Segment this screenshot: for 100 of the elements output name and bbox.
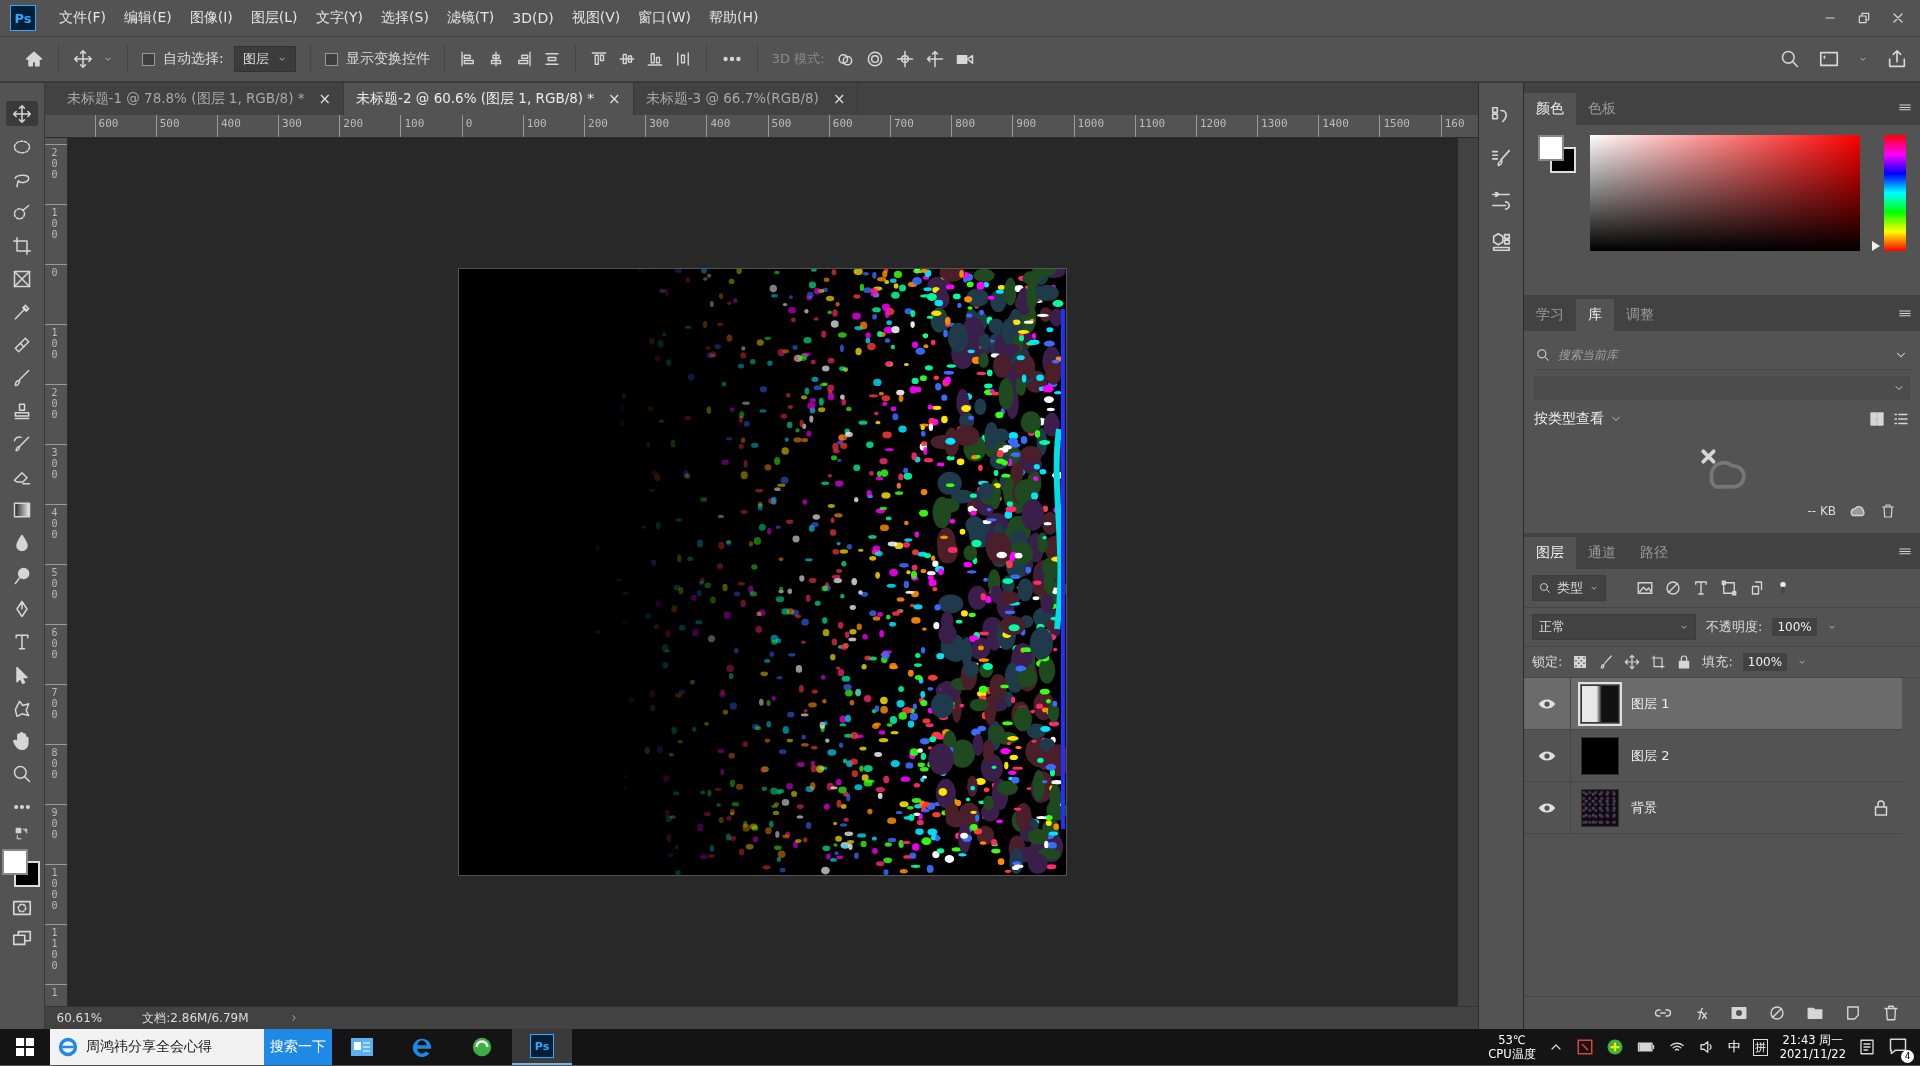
panel-tab[interactable]: 颜色 [1524,93,1576,125]
search-button[interactable]: 搜索一下 [264,1029,332,1065]
align-bottom-icon[interactable] [645,50,664,68]
menu-item[interactable]: 编辑(E) [115,9,181,27]
shape-filter-icon[interactable] [1720,579,1738,597]
menu-item[interactable]: 视图(V) [562,9,630,27]
notes-icon[interactable] [1858,1038,1876,1056]
ruler-label: 1100 [51,927,59,971]
close-tab-button[interactable]: × [608,90,621,108]
color-swatches[interactable] [1538,135,1578,175]
eye-icon[interactable] [1538,697,1556,710]
home-icon[interactable] [24,49,44,69]
app-logo: Ps [530,1034,554,1058]
input-method[interactable]: 中 [1727,1038,1741,1056]
layer-dropdown[interactable]: 图层 [233,46,296,72]
close-tab-button[interactable]: × [318,90,332,108]
windows-start-icon[interactable] [16,1038,34,1056]
panel-tab[interactable]: 调整 [1614,299,1666,331]
ruler-label: 500 [767,115,829,137]
hue-slider-thumb[interactable] [1872,241,1880,251]
close-tab-button[interactable]: × [832,90,846,108]
view-by-dropdown[interactable]: 按类型查看 [1534,410,1862,428]
panel-tab[interactable]: 库 [1576,299,1614,331]
clock[interactable]: 21:43 周一 2021/11/22 [1779,1032,1846,1062]
zoom-level[interactable]: 60.61% [56,1011,103,1025]
restore-icon[interactable] [1856,10,1872,26]
search-field[interactable]: 周鸿祎分享全会心得 [50,1029,264,1065]
checkbox[interactable] [324,52,338,66]
new-layer-icon[interactable] [1844,1004,1862,1022]
layer-thumbnail [1581,736,1619,775]
distribute-icon[interactable] [542,50,561,68]
shield-icon[interactable] [1575,1038,1594,1056]
window-app-icon[interactable] [350,1037,374,1057]
share-icon[interactable] [1886,48,1908,70]
lock-transparency-icon[interactable] [1572,654,1589,670]
align-left-icon[interactable] [458,50,477,68]
layer-name[interactable]: 图层 2 [1631,746,1902,765]
panel-tab[interactable]: 学习 [1524,299,1576,331]
panel-tab[interactable]: 路径 [1628,537,1680,569]
search-icon [1536,348,1550,362]
menu-item[interactable]: 文件(F) [50,9,115,27]
ruler-label: 0 [461,115,523,137]
trash-icon[interactable] [1880,502,1896,520]
input-mode[interactable]: 拼 [1752,1038,1768,1056]
layer-row[interactable]: 图层 2 [1524,730,1902,782]
menu-item[interactable]: 帮助(H) [700,9,768,27]
search-icon[interactable] [1780,49,1800,69]
blend-mode-dropdown[interactable]: 正常 [1532,614,1696,640]
ruler-label: 1200 [1195,115,1258,137]
image-filter-icon[interactable] [1636,579,1654,597]
color-swatches[interactable] [1,849,42,889]
move-icon[interactable] [11,103,32,124]
menu-item[interactable]: 图层(L) [241,9,307,27]
plus-circle-icon[interactable] [1605,1038,1624,1056]
ruler-label: 0 [51,267,59,278]
eye-icon[interactable] [1538,749,1556,762]
adjustment-filter-icon[interactable] [1664,579,1682,597]
hand-icon[interactable] [11,730,32,751]
move-icon[interactable] [73,49,93,69]
layer-row[interactable]: 图层 1 [1524,678,1902,730]
document-tab[interactable]: 未标题-2 @ 60.6% (图层 1, RGB/8) * × [344,83,634,115]
taskbar-app[interactable]: Ps [512,1029,572,1065]
app-logo[interactable]: Ps [10,5,36,31]
lock-artboard-icon[interactable] [1650,654,1667,670]
align-top-icon[interactable] [589,50,608,68]
ruler-label: 400 [216,115,279,137]
ruler-label: 1000 [51,867,59,911]
menu-item[interactable]: 滤镜(T) [437,9,504,27]
zoom-icon[interactable] [11,763,32,784]
checkbox[interactable] [142,52,155,66]
menu-item[interactable]: 选择(S) [372,9,438,27]
type-filter-icon[interactable] [1692,579,1710,597]
brushes-icon[interactable] [1489,189,1512,211]
trash-icon[interactable] [1882,1004,1900,1022]
frame-icon[interactable] [11,268,32,289]
menu-item[interactable]: 图像(I) [180,9,242,27]
layer-name[interactable]: 背景 [1631,798,1874,817]
panel-tab[interactable]: 色板 [1576,93,1628,125]
menu-item[interactable]: 文字(Y) [306,9,373,27]
layer-name[interactable]: 图层 1 [1631,694,1902,713]
layer-row[interactable]: 背景 [1524,782,1902,834]
grid-view-icon[interactable] [1868,410,1886,428]
panel-tab[interactable]: 通道 [1576,537,1628,569]
mask-icon[interactable] [1730,1004,1748,1022]
hue-slider[interactable] [1872,135,1906,251]
ruler-label: 200 [584,115,646,137]
color-field[interactable] [1590,135,1860,251]
eye-icon[interactable] [1538,801,1556,814]
menu-item[interactable]: 3D(D) [503,10,563,26]
brush-settings-icon[interactable] [1489,147,1512,169]
fill-field[interactable]: 100% [1742,653,1788,671]
menu-item[interactable]: 窗口(W) [629,9,701,27]
opacity-field[interactable]: 100% [1772,618,1817,636]
lock-position-icon[interactable] [1624,654,1641,670]
history-brush-icon[interactable] [11,433,32,454]
crop-icon[interactable] [11,235,32,256]
adjustment-layer-icon[interactable] [1768,1004,1786,1022]
panel-tab[interactable]: 图层 [1524,537,1576,569]
layer-filter-dropdown[interactable]: 类型 [1532,575,1606,601]
lock-pixels-icon[interactable] [1598,654,1615,670]
